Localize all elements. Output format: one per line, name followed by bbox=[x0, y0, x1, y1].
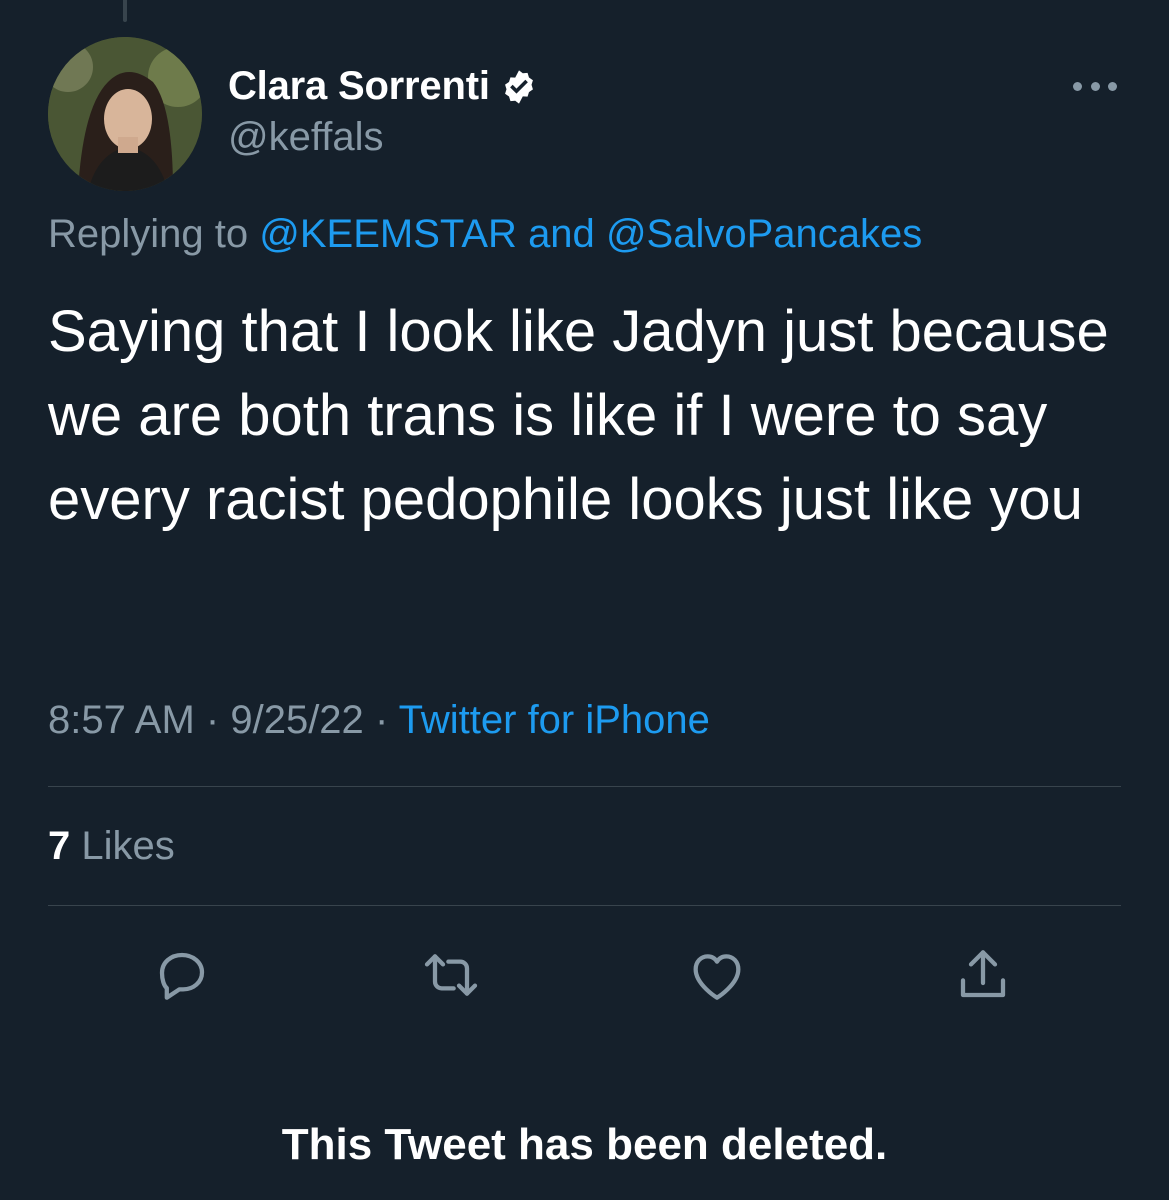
tweet-body: Saying that I look like Jadyn just becau… bbox=[48, 299, 1109, 532]
likes-count[interactable]: 7 Likes bbox=[48, 824, 175, 869]
dot bbox=[1108, 81, 1117, 91]
divider bbox=[48, 905, 1121, 906]
mention-keemstar[interactable]: @KEEMSTAR bbox=[259, 212, 517, 256]
tweet-time: 8:57 AM bbox=[48, 698, 195, 742]
replying-to-line: Replying to @KEEMSTAR and @SalvoPancakes bbox=[48, 212, 922, 257]
tweet-action-bar bbox=[0, 940, 1169, 1010]
verified-badge-icon bbox=[504, 69, 533, 104]
deleted-tweet-notice: This Tweet has been deleted. bbox=[281, 1120, 888, 1169]
replying-to-label: Replying to bbox=[48, 212, 249, 256]
author-handle[interactable]: @keffals bbox=[228, 115, 538, 160]
dot bbox=[1090, 81, 1100, 91]
avatar-photo bbox=[48, 37, 202, 191]
tweet-date: 9/25/22 bbox=[230, 698, 364, 742]
reply-icon bbox=[159, 952, 205, 1000]
mention-conjunction: and bbox=[528, 212, 595, 256]
tweet-source-link[interactable]: Twitter for iPhone bbox=[399, 698, 710, 742]
more-options-icon[interactable] bbox=[1073, 78, 1117, 94]
like-button[interactable] bbox=[682, 940, 752, 1010]
share-icon bbox=[960, 950, 1006, 998]
retweet-button[interactable] bbox=[416, 940, 486, 1010]
mention-salvopancakes[interactable]: @SalvoPancakes bbox=[606, 212, 922, 256]
tweet-metadata: 8:57 AM · 9/25/22 · Twitter for iPhone bbox=[48, 698, 710, 743]
meta-separator: · bbox=[374, 698, 389, 742]
reply-button[interactable] bbox=[147, 940, 217, 1010]
avatar[interactable] bbox=[48, 37, 202, 191]
likes-number: 7 bbox=[48, 824, 71, 868]
likes-label: Likes bbox=[81, 824, 175, 868]
author-display-name[interactable]: Clara Sorrenti bbox=[228, 64, 490, 109]
meta-separator: · bbox=[205, 698, 220, 742]
retweet-icon bbox=[424, 954, 478, 996]
thread-connector-line bbox=[123, 0, 127, 22]
share-button[interactable] bbox=[948, 940, 1018, 1010]
tweet-author[interactable]: Clara Sorrenti @keffals bbox=[228, 64, 538, 160]
divider bbox=[48, 786, 1121, 787]
dot bbox=[1073, 81, 1082, 91]
heart-icon bbox=[693, 954, 741, 1000]
